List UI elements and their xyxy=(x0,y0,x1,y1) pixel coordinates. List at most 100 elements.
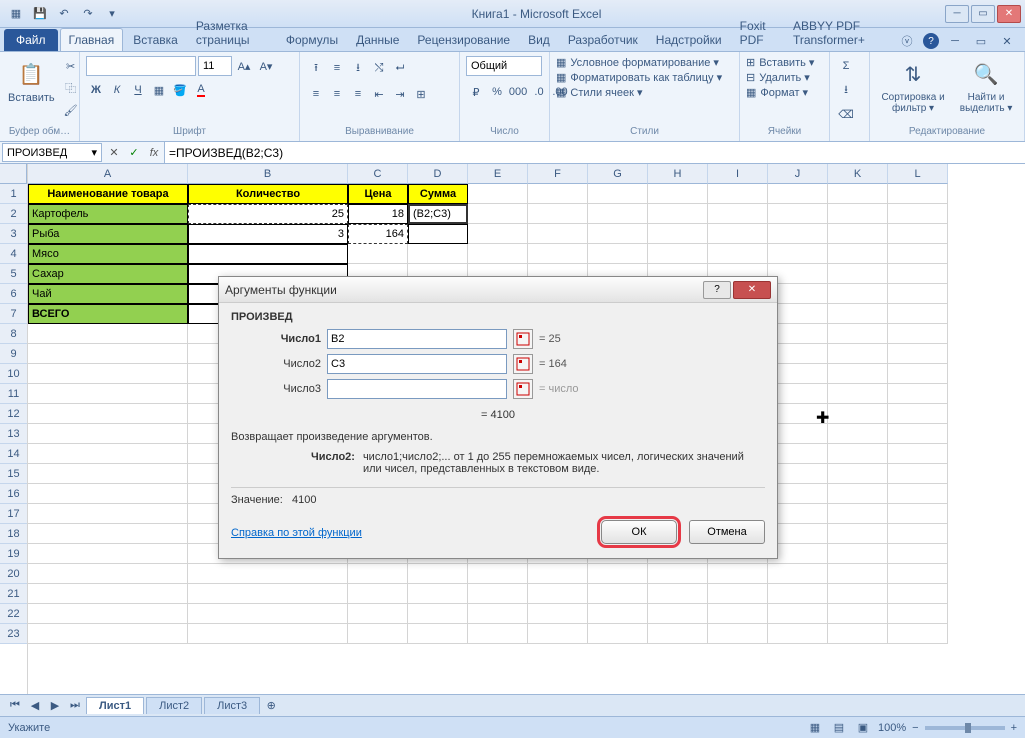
row-head[interactable]: 8 xyxy=(0,324,27,344)
col-head[interactable]: L xyxy=(888,164,948,184)
cell[interactable] xyxy=(28,404,188,424)
format-painter-icon[interactable]: 🖌 xyxy=(61,100,81,120)
row-head[interactable]: 14 xyxy=(0,444,27,464)
cell[interactable] xyxy=(188,584,348,604)
cancel-button[interactable]: Отмена xyxy=(689,520,765,544)
undo-icon[interactable]: ↶ xyxy=(54,4,74,24)
cell[interactable] xyxy=(888,564,948,584)
cell[interactable] xyxy=(348,604,408,624)
row-head[interactable]: 11 xyxy=(0,384,27,404)
row-head[interactable]: 6 xyxy=(0,284,27,304)
cell[interactable] xyxy=(28,384,188,404)
cell[interactable] xyxy=(648,204,708,224)
comma-icon[interactable]: 000 xyxy=(508,82,528,102)
function-help-link[interactable]: Справка по этой функции xyxy=(231,527,362,539)
cell[interactable] xyxy=(708,184,768,204)
row-head[interactable]: 1 xyxy=(0,184,27,204)
delete-cells-button[interactable]: ⊟Удалить ▾ xyxy=(746,71,814,84)
cell[interactable] xyxy=(528,244,588,264)
borders-icon[interactable]: ▦ xyxy=(149,80,169,100)
arg1-input[interactable] xyxy=(327,329,507,349)
cell[interactable] xyxy=(648,244,708,264)
cell[interactable] xyxy=(828,484,888,504)
cell[interactable] xyxy=(468,204,528,224)
cell[interactable]: 25 xyxy=(188,204,348,224)
sort-filter-button[interactable]: ⇅Сортировка и фильтр ▾ xyxy=(876,56,950,116)
cell[interactable] xyxy=(408,564,468,584)
inc-decimal-icon[interactable]: .0 xyxy=(529,82,549,102)
row-head[interactable]: 20 xyxy=(0,564,27,584)
conditional-format-button[interactable]: ▦Условное форматирование ▾ xyxy=(556,56,722,69)
col-head[interactable]: E xyxy=(468,164,528,184)
help-icon[interactable]: ? xyxy=(923,33,939,49)
cell[interactable] xyxy=(828,544,888,564)
doc-max-icon[interactable]: ▭ xyxy=(971,31,991,51)
align-middle-icon[interactable]: ≡ xyxy=(327,58,347,78)
minimize-ribbon-icon[interactable]: ⓥ xyxy=(897,31,917,51)
cell[interactable] xyxy=(708,564,768,584)
cell[interactable] xyxy=(528,564,588,584)
view-normal-icon[interactable]: ▦ xyxy=(806,720,824,736)
cell[interactable]: Сумма xyxy=(408,184,468,204)
cell-active[interactable]: (B2;C3) xyxy=(408,204,468,224)
tab-addins[interactable]: Надстройки xyxy=(648,29,730,51)
cell[interactable] xyxy=(828,464,888,484)
cell[interactable]: Сахар xyxy=(28,264,188,284)
cell[interactable] xyxy=(768,564,828,584)
arg2-ref-button[interactable] xyxy=(513,354,533,374)
format-cells-button[interactable]: ▦Формат ▾ xyxy=(746,86,814,99)
cell[interactable] xyxy=(588,184,648,204)
cell[interactable] xyxy=(768,584,828,604)
cell[interactable]: Рыба xyxy=(28,224,188,244)
arg3-ref-button[interactable] xyxy=(513,379,533,399)
save-icon[interactable]: 💾 xyxy=(30,4,50,24)
increase-indent-icon[interactable]: ⇥ xyxy=(390,84,410,104)
cell[interactable] xyxy=(348,624,408,644)
cell[interactable] xyxy=(888,344,948,364)
cell[interactable] xyxy=(768,224,828,244)
row-head[interactable]: 15 xyxy=(0,464,27,484)
cell[interactable] xyxy=(28,324,188,344)
align-center-icon[interactable]: ≡ xyxy=(327,84,347,104)
view-break-icon[interactable]: ▣ xyxy=(854,720,872,736)
row-head[interactable]: 12 xyxy=(0,404,27,424)
zoom-out-icon[interactable]: − xyxy=(912,722,918,734)
row-head[interactable]: 5 xyxy=(0,264,27,284)
cell[interactable] xyxy=(588,604,648,624)
cell[interactable] xyxy=(648,624,708,644)
cell[interactable] xyxy=(888,324,948,344)
orientation-icon[interactable]: ⤭ xyxy=(369,58,389,78)
paste-button[interactable]: 📋 Вставить xyxy=(6,56,57,106)
cell[interactable] xyxy=(828,424,888,444)
cell[interactable]: Цена xyxy=(348,184,408,204)
insert-cells-button[interactable]: ⊞Вставить ▾ xyxy=(746,56,814,69)
cell[interactable] xyxy=(648,184,708,204)
cell[interactable]: 164 xyxy=(348,224,408,244)
cell[interactable] xyxy=(588,224,648,244)
col-head[interactable]: D xyxy=(408,164,468,184)
cell[interactable] xyxy=(888,304,948,324)
cell[interactable] xyxy=(528,204,588,224)
italic-button[interactable]: К xyxy=(107,80,127,100)
font-size-select[interactable] xyxy=(198,56,232,76)
col-head[interactable]: J xyxy=(768,164,828,184)
cell[interactable] xyxy=(588,584,648,604)
cell[interactable] xyxy=(828,304,888,324)
cell[interactable] xyxy=(708,624,768,644)
cell[interactable] xyxy=(648,584,708,604)
cell[interactable] xyxy=(888,384,948,404)
cell[interactable] xyxy=(768,244,828,264)
row-head[interactable]: 3 xyxy=(0,224,27,244)
cell[interactable] xyxy=(648,224,708,244)
cell[interactable] xyxy=(828,184,888,204)
sheet-nav-first-icon[interactable]: ⏮ xyxy=(6,698,24,714)
cell[interactable] xyxy=(188,604,348,624)
ok-button[interactable]: ОК xyxy=(601,520,677,544)
col-head[interactable]: G xyxy=(588,164,648,184)
col-head[interactable]: B xyxy=(188,164,348,184)
decrease-indent-icon[interactable]: ⇤ xyxy=(369,84,389,104)
cell[interactable] xyxy=(28,544,188,564)
col-head[interactable]: H xyxy=(648,164,708,184)
sheet-nav-prev-icon[interactable]: ◀ xyxy=(26,698,44,714)
new-sheet-icon[interactable]: ⊕ xyxy=(262,698,280,714)
